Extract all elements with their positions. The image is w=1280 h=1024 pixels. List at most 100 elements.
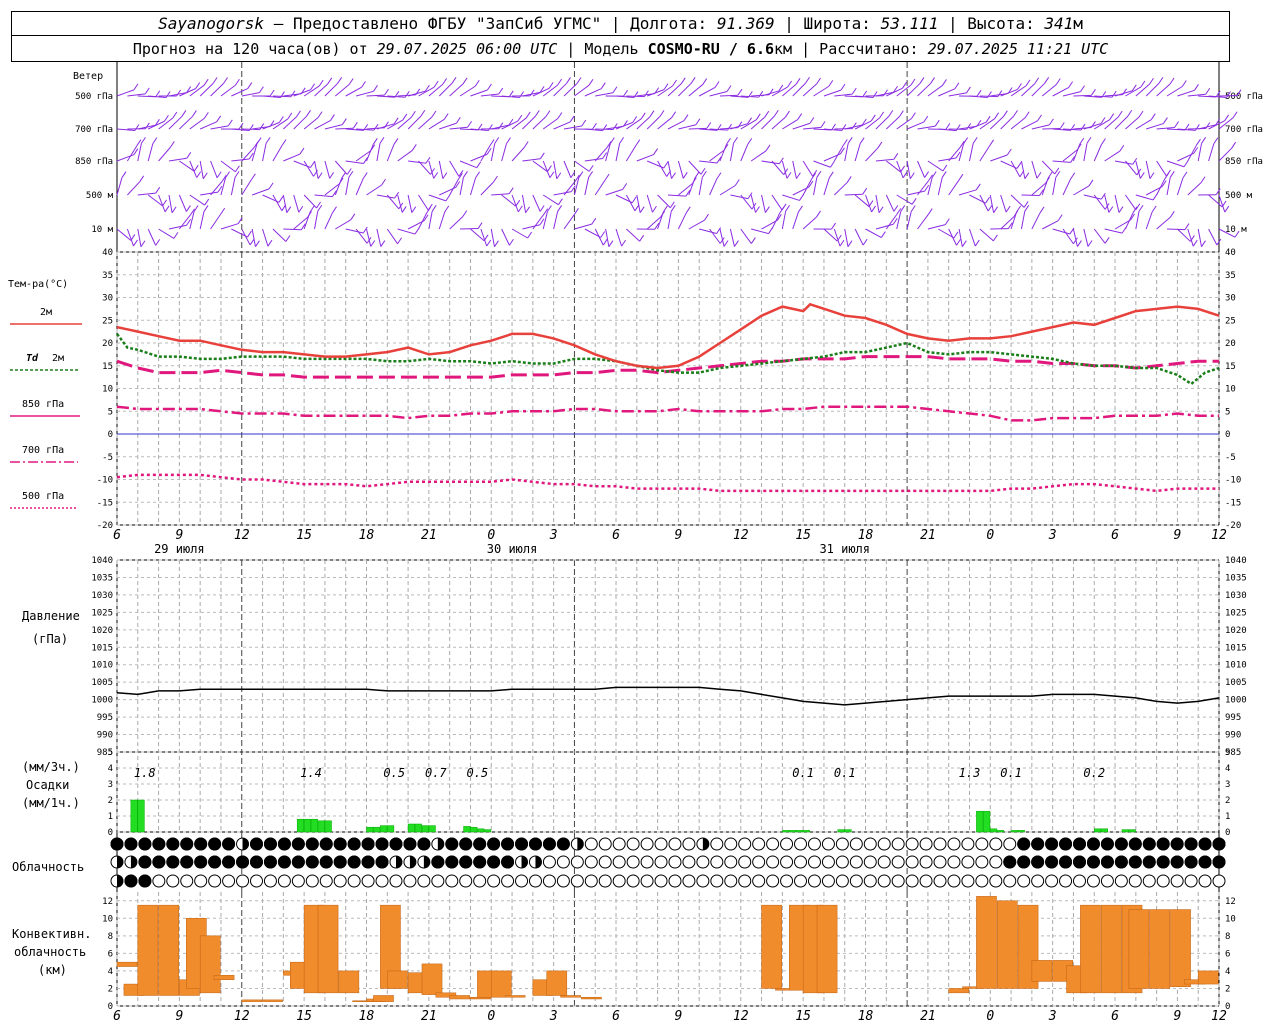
cloud-symbol-fill xyxy=(222,855,236,869)
wind-barb xyxy=(1197,228,1202,247)
wind-barb-feather xyxy=(1132,206,1138,213)
wind-barb xyxy=(199,160,204,179)
wind-barb-feather xyxy=(1174,121,1179,128)
wind-barb-feather xyxy=(1119,144,1125,152)
temp-tick-label-right: -10 xyxy=(1225,476,1241,486)
wind-barb xyxy=(615,121,633,130)
wind-barb-feather xyxy=(600,82,606,89)
convective-bar xyxy=(449,995,471,1000)
time-tick-label: 6 xyxy=(1111,528,1119,543)
wind-barb-feather xyxy=(539,205,545,212)
wind-barb xyxy=(605,228,610,247)
cloud-symbol-fill xyxy=(1114,855,1128,869)
temp-tick-label-left: 15 xyxy=(102,362,113,372)
wind-barb xyxy=(251,188,270,196)
wind-barb xyxy=(1125,194,1137,211)
cloud-symbol xyxy=(975,837,989,851)
cloud-symbol-half xyxy=(242,838,249,850)
wind-barb-feather xyxy=(1118,206,1124,213)
cloud-symbol xyxy=(417,874,431,888)
wind-barb-feather xyxy=(410,110,416,118)
wind-barb xyxy=(387,119,404,130)
wind-barb xyxy=(1135,194,1154,201)
wind-barb xyxy=(1145,211,1153,230)
precip-3h-value: 0.1 xyxy=(792,766,814,780)
wind-barb-feather xyxy=(924,171,930,178)
wind-barb xyxy=(200,191,219,196)
wind-barb-feather xyxy=(1087,240,1093,247)
wind-barb-feather xyxy=(1205,87,1211,95)
wind-barb xyxy=(314,83,329,97)
precip-1h-label: (мм/1ч.) xyxy=(22,796,80,810)
wind-barb xyxy=(408,160,427,164)
precip-bar xyxy=(366,826,374,833)
wind-barb-feather xyxy=(870,114,876,122)
wind-barb xyxy=(979,145,991,162)
cloud-symbol-fill xyxy=(305,837,319,851)
wind-barb xyxy=(719,185,736,196)
wind-barb-feather xyxy=(1138,110,1144,118)
wind-barb-feather xyxy=(820,121,826,128)
wind-barb xyxy=(283,153,301,162)
cloud-symbol xyxy=(375,874,389,888)
wind-barb xyxy=(802,178,813,196)
wind-barb-feather xyxy=(493,175,498,183)
cloud-symbol xyxy=(152,874,166,888)
wind-barb xyxy=(709,178,718,196)
wind-barb-feather xyxy=(373,85,378,92)
wind-barb xyxy=(854,194,870,207)
cloud-symbol xyxy=(584,855,598,869)
wind-barb xyxy=(1010,117,1026,130)
wind-barb xyxy=(179,88,196,97)
wind-barb-feather xyxy=(591,217,597,225)
precip-3h-value: 0.7 xyxy=(425,766,447,780)
wind-barb-feather xyxy=(847,240,853,247)
wind-barb xyxy=(459,85,476,97)
wind-barb-feather xyxy=(640,112,646,120)
wind-barb-feather xyxy=(487,83,492,91)
cloud-symbol-fill xyxy=(319,855,333,869)
wind-barb xyxy=(241,228,251,246)
wind-barb-feather xyxy=(234,171,240,178)
wind-barb-feather xyxy=(332,206,337,213)
cloud-symbol xyxy=(640,855,654,869)
wind-barb-feather xyxy=(247,230,252,238)
wind-barb-feather xyxy=(1109,113,1115,120)
t500-line xyxy=(116,473,1219,493)
cloud-symbol xyxy=(905,837,919,851)
wind-barb xyxy=(521,194,527,213)
wind-barb-feather xyxy=(1169,77,1175,85)
wind-barb-feather xyxy=(659,110,665,117)
wind-barb xyxy=(813,177,818,196)
wind-barb-feather xyxy=(162,199,167,207)
cloud-symbol xyxy=(487,874,501,888)
wind-barb xyxy=(917,160,926,178)
wind-barb xyxy=(428,211,433,230)
precip-bar xyxy=(407,823,415,833)
precip-3h-value: 1.8 xyxy=(134,766,156,780)
cloud-symbol xyxy=(1045,874,1059,888)
wind-barb xyxy=(1010,211,1018,230)
precip-bar xyxy=(137,799,145,833)
cloud-symbol xyxy=(891,874,905,888)
wind-barb xyxy=(1093,228,1106,244)
wind-barb-feather xyxy=(859,137,865,144)
wind-barb-feather xyxy=(1079,137,1085,145)
wind-barb xyxy=(594,228,604,246)
wind-barb xyxy=(1156,83,1171,97)
wind-barb xyxy=(262,143,267,162)
cloud-symbol xyxy=(849,874,863,888)
wind-barb xyxy=(501,228,510,246)
cloud-symbol-fill xyxy=(152,855,166,869)
cloud-symbol xyxy=(766,874,780,888)
wind-barb xyxy=(501,120,519,130)
wind-barb-feather xyxy=(602,238,608,246)
wind-barb-feather xyxy=(381,178,386,186)
cloud-symbol-fill xyxy=(138,874,152,888)
precip-tick-label-right: 4 xyxy=(1225,764,1230,774)
cloud-symbol xyxy=(738,837,752,851)
pressure-tick-label-right: 1020 xyxy=(1225,626,1247,636)
cloud-symbol xyxy=(919,874,933,888)
wind-barb xyxy=(969,121,987,130)
wind-barb xyxy=(1145,160,1151,179)
